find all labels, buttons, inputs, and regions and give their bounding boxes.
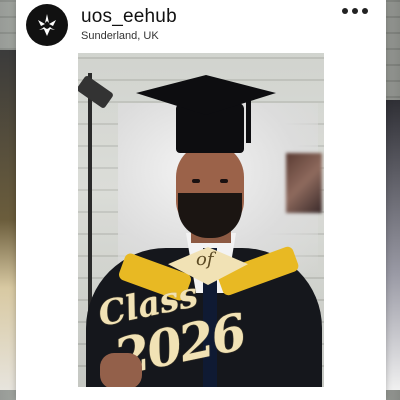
photo-window: of Class 2026: [78, 53, 324, 387]
post-header: uos_eehub Sunderland, UK: [26, 2, 376, 46]
hand-holding-sign: [100, 353, 142, 387]
light-stand: [88, 73, 92, 313]
dot: [362, 8, 368, 14]
crest-glyph: [38, 14, 56, 36]
post-location[interactable]: Sunderland, UK: [81, 30, 159, 42]
dot: [342, 8, 348, 14]
account-username[interactable]: uos_eehub: [81, 6, 177, 28]
more-options-icon[interactable]: [342, 8, 368, 14]
dot: [352, 8, 358, 14]
eye-right: [220, 179, 228, 183]
blurred-face: [286, 153, 322, 213]
background-poster-right: [386, 100, 400, 390]
university-crest-icon[interactable]: [26, 4, 68, 46]
tassel: [246, 97, 251, 143]
sign-word-of: of: [196, 249, 214, 270]
background-person-left: [0, 50, 16, 390]
eye-left: [192, 179, 200, 183]
